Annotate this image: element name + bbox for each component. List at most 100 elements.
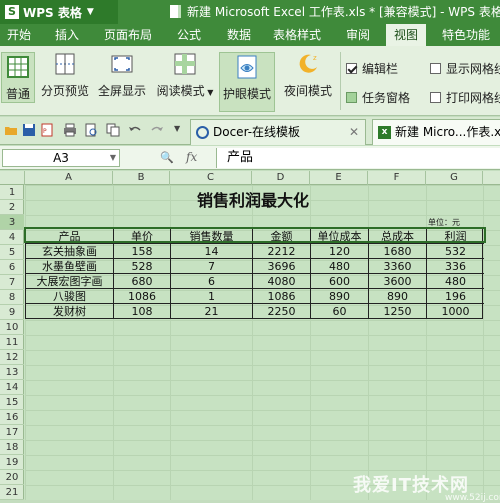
reading-mode-button[interactable]: 阅读模式 ▼ xyxy=(154,52,216,99)
full-screen-button[interactable]: 全屏显示 xyxy=(96,52,148,99)
task-pane-checkbox[interactable]: 任务窗格 xyxy=(346,89,410,106)
save-icon[interactable] xyxy=(22,123,36,137)
table-cell[interactable]: 890 xyxy=(369,289,427,304)
column-header[interactable]: B xyxy=(113,171,170,185)
table-cell[interactable]: 3600 xyxy=(369,274,427,289)
table-cell[interactable]: 480 xyxy=(427,274,484,289)
zoom-icon[interactable]: 🔍 xyxy=(160,151,174,164)
eye-care-mode-button[interactable]: 护眼模式 xyxy=(219,52,275,112)
print-preview-icon[interactable] xyxy=(84,123,98,137)
row-header[interactable]: 11 xyxy=(0,335,24,350)
row-header[interactable]: 17 xyxy=(0,425,24,440)
open-folder-icon[interactable] xyxy=(4,123,18,137)
table-cell[interactable]: 120 xyxy=(311,244,369,259)
toolbar-more-icon[interactable]: ▼ xyxy=(174,124,180,133)
row-header[interactable]: 7 xyxy=(0,275,24,290)
formula-input[interactable]: 产品 xyxy=(216,148,500,168)
spreadsheet-grid[interactable]: A B C D E F G 1 2 3 4 5 6 7 8 9 10 11 12 13 14 15 16 17 1… xyxy=(0,171,500,503)
cell-area[interactable]: 销售利润最大化 单位：元 产品 单价 销售数量 金额 单位成本 总成本 利润 玄关抽象画 158… xyxy=(24,185,500,503)
column-header[interactable]: C xyxy=(170,171,252,185)
tab-docer[interactable]: Docer-在线模板 ✕ xyxy=(190,119,366,145)
row-header[interactable]: 12 xyxy=(0,350,24,365)
row-header[interactable]: 4 xyxy=(0,230,24,245)
menu-home[interactable]: 开始 xyxy=(7,24,31,46)
tab-workbook[interactable]: x 新建 Micro...作表.xls xyxy=(372,119,500,145)
table-cell[interactable]: 1086 xyxy=(114,289,171,304)
undo-icon[interactable] xyxy=(128,123,142,137)
row-header[interactable]: 18 xyxy=(0,440,24,455)
column-header[interactable]: A xyxy=(25,171,113,185)
menu-insert[interactable]: 插入 xyxy=(55,24,79,46)
row-header[interactable]: 19 xyxy=(0,455,24,470)
column-header[interactable]: G xyxy=(426,171,483,185)
print-icon[interactable] xyxy=(63,123,77,137)
table-cell[interactable]: 2250 xyxy=(253,304,311,319)
table-cell[interactable]: 水墨鱼壁画 xyxy=(26,259,114,274)
table-cell[interactable]: 3696 xyxy=(253,259,311,274)
column-header[interactable]: F xyxy=(368,171,426,185)
table-cell[interactable]: 528 xyxy=(114,259,171,274)
menu-table-style[interactable]: 表格样式 xyxy=(273,24,321,46)
select-all-corner[interactable] xyxy=(0,171,25,185)
table-cell[interactable]: 7 xyxy=(171,259,253,274)
table-cell[interactable]: 1 xyxy=(171,289,253,304)
menu-view[interactable]: 视图 xyxy=(386,24,427,46)
normal-view-button[interactable]: 普通 xyxy=(1,52,35,103)
export-pdf-icon[interactable]: P xyxy=(40,123,54,137)
formula-bar-checkbox[interactable]: 编辑栏 xyxy=(346,60,398,77)
row-header[interactable]: 3 xyxy=(0,215,24,230)
table-cell[interactable]: 108 xyxy=(114,304,171,319)
table-cell[interactable]: 600 xyxy=(311,274,369,289)
row-header[interactable]: 1 xyxy=(0,185,24,200)
table-cell[interactable]: 发财树 xyxy=(26,304,114,319)
row-header[interactable]: 6 xyxy=(0,260,24,275)
row-header[interactable]: 16 xyxy=(0,410,24,425)
row-header[interactable]: 8 xyxy=(0,290,24,305)
table-cell[interactable]: 1086 xyxy=(253,289,311,304)
table-cell[interactable]: 1250 xyxy=(369,304,427,319)
name-box[interactable]: A3 ▼ xyxy=(2,149,120,167)
show-gridlines-checkbox[interactable]: 显示网格线 xyxy=(430,60,500,77)
table-cell[interactable]: 532 xyxy=(427,244,484,259)
table-cell[interactable]: 3360 xyxy=(369,259,427,274)
table-cell[interactable]: 21 xyxy=(171,304,253,319)
table-cell[interactable]: 480 xyxy=(311,259,369,274)
table-cell[interactable]: 4080 xyxy=(253,274,311,289)
row-header[interactable]: 15 xyxy=(0,395,24,410)
page-break-preview-button[interactable]: 分页预览 xyxy=(40,52,90,99)
table-cell[interactable]: 680 xyxy=(114,274,171,289)
column-header[interactable]: D xyxy=(252,171,310,185)
row-header[interactable]: 5 xyxy=(0,245,24,260)
table-cell[interactable]: 玄关抽象画 xyxy=(26,244,114,259)
close-icon[interactable]: ✕ xyxy=(349,120,359,144)
app-menu-button[interactable]: S WPS 表格 ▼ xyxy=(0,0,118,24)
row-header[interactable]: 14 xyxy=(0,380,24,395)
table-cell[interactable]: 158 xyxy=(114,244,171,259)
table-cell[interactable]: 336 xyxy=(427,259,484,274)
table-cell[interactable]: 196 xyxy=(427,289,484,304)
copy-icon[interactable] xyxy=(106,123,120,137)
row-header[interactable]: 10 xyxy=(0,320,24,335)
row-header[interactable]: 2 xyxy=(0,200,24,215)
menu-data[interactable]: 数据 xyxy=(227,24,251,46)
menu-review[interactable]: 审阅 xyxy=(346,24,370,46)
night-mode-button[interactable]: z 夜间模式 xyxy=(280,52,336,99)
row-header[interactable]: 13 xyxy=(0,365,24,380)
table-cell[interactable]: 1000 xyxy=(427,304,484,319)
table-cell[interactable]: 6 xyxy=(171,274,253,289)
insert-function-button[interactable]: fx xyxy=(186,150,197,164)
print-gridlines-checkbox[interactable]: 打印网格线 xyxy=(430,89,500,106)
row-header[interactable]: 9 xyxy=(0,305,24,320)
table-cell[interactable]: 大展宏图字画 xyxy=(26,274,114,289)
row-header[interactable]: 21 xyxy=(0,485,24,500)
table-cell[interactable]: 1680 xyxy=(369,244,427,259)
redo-icon[interactable] xyxy=(150,123,164,137)
table-cell[interactable]: 14 xyxy=(171,244,253,259)
row-header[interactable]: 20 xyxy=(0,470,24,485)
menu-page-layout[interactable]: 页面布局 xyxy=(104,24,152,46)
table-cell[interactable]: 890 xyxy=(311,289,369,304)
menu-formulas[interactable]: 公式 xyxy=(177,24,201,46)
table-cell[interactable]: 八骏图 xyxy=(26,289,114,304)
table-cell[interactable]: 2212 xyxy=(253,244,311,259)
table-cell[interactable]: 60 xyxy=(311,304,369,319)
